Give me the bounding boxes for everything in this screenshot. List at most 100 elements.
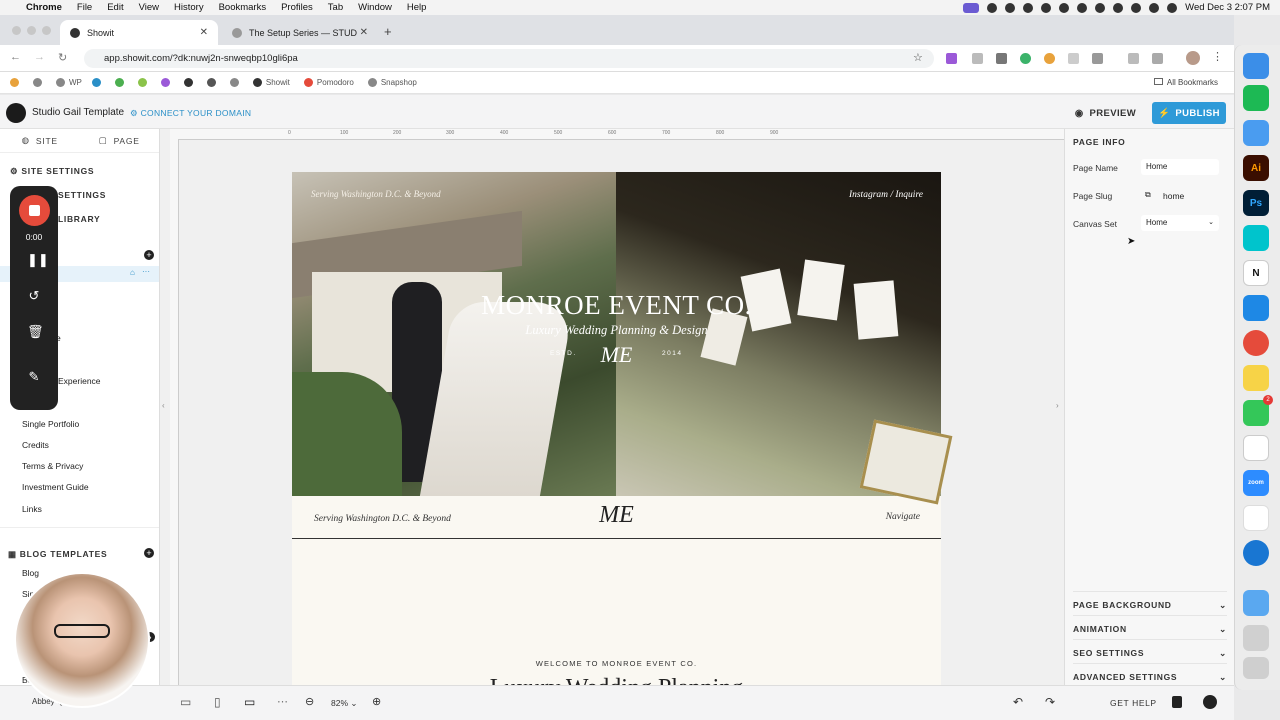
zoom-icon[interactable]: zoom — [1243, 470, 1269, 496]
tab-showit[interactable]: Showit ✕ — [60, 20, 218, 45]
nav-monogram[interactable]: ME — [292, 502, 941, 529]
close-tab-icon[interactable]: ✕ — [360, 27, 368, 38]
more-icon[interactable]: ··· — [142, 267, 150, 276]
mail-icon[interactable] — [1243, 120, 1269, 146]
bookmark-item[interactable] — [137, 78, 151, 87]
site-name[interactable]: Studio Gail Template — [32, 107, 124, 118]
close-tab-icon[interactable]: ✕ — [200, 27, 208, 38]
navigate-link[interactable]: Navigate — [886, 512, 920, 522]
settings-heading-partial[interactable]: SETTINGS — [58, 190, 106, 200]
hero-tagline-left[interactable]: Serving Washington D.C. & Beyond — [311, 189, 441, 199]
menu-profiles[interactable]: Profiles — [281, 2, 313, 13]
search-icon[interactable] — [1149, 2, 1160, 13]
wifi-icon[interactable] — [1131, 2, 1142, 13]
menu-edit[interactable]: Edit — [107, 2, 123, 13]
canva-icon[interactable] — [1243, 225, 1269, 251]
battery-icon[interactable] — [1095, 2, 1106, 13]
extension-icon[interactable] — [1020, 53, 1031, 64]
tab-site[interactable]: ◍ SITE — [0, 129, 80, 152]
bookmark-item[interactable] — [10, 78, 23, 87]
bookmark-item[interactable] — [206, 78, 220, 87]
profile-avatar[interactable] — [1186, 51, 1200, 65]
undo-icon[interactable]: ↶ — [1013, 695, 1023, 709]
mobile-view-icon[interactable]: ▯ — [214, 695, 221, 709]
bookmark-item[interactable] — [160, 78, 174, 87]
forward-icon[interactable]: → — [34, 51, 45, 63]
section-heading[interactable]: Luxury Wedding Planning — [292, 675, 941, 685]
seo-settings-section[interactable]: SEO SETTINGS ⌄ — [1073, 639, 1227, 659]
url-input[interactable]: app.showit.com/?dk:nuwj2n-snweqbp10gli6p… — [84, 49, 934, 68]
pause-icon[interactable]: ❚❚ — [27, 252, 49, 268]
page-item-links[interactable]: Links — [22, 504, 42, 514]
menu-file[interactable]: File — [77, 2, 92, 13]
desktop-selected-icon[interactable]: ▭ — [244, 695, 255, 709]
status-icon[interactable] — [1059, 2, 1070, 13]
play-icon[interactable] — [1113, 2, 1124, 13]
bookmark-star-icon[interactable]: ☆ — [913, 51, 923, 64]
notes-icon[interactable] — [1172, 696, 1182, 708]
showit-logo-icon[interactable] — [6, 103, 26, 123]
safari-icon[interactable] — [1243, 295, 1269, 321]
page-item-terms[interactable]: Terms & Privacy — [22, 461, 83, 471]
publish-button[interactable]: ⚡ PUBLISH — [1152, 102, 1226, 124]
advanced-settings-section[interactable]: ADVANCED SETTINGS ⌄ — [1073, 663, 1227, 683]
extension-icon[interactable] — [996, 53, 1007, 64]
add-page-icon[interactable]: + — [144, 250, 154, 260]
slack-icon[interactable] — [1243, 505, 1269, 531]
password-icon[interactable] — [1128, 53, 1139, 64]
page-background-section[interactable]: PAGE BACKGROUND ⌄ — [1073, 591, 1227, 611]
tab-setup-series[interactable]: The Setup Series — STUDIO ✕ — [222, 20, 378, 45]
zoom-level[interactable]: 82% ⌄ — [331, 698, 358, 709]
chat-help-icon[interactable] — [1203, 695, 1217, 709]
restart-icon[interactable]: ↺ — [27, 288, 41, 304]
pencil-icon[interactable]: ✎ — [27, 369, 41, 385]
status-icon[interactable] — [1041, 2, 1052, 13]
illustrator-icon[interactable]: Ai — [1243, 155, 1269, 181]
spotify-icon[interactable] — [1243, 85, 1269, 111]
status-icon[interactable] — [1023, 2, 1034, 13]
stop-recording-button[interactable] — [19, 195, 50, 226]
welcome-label[interactable]: WELCOME TO MONROE EVENT CO. — [292, 659, 941, 668]
page-name-input[interactable]: Home — [1141, 159, 1219, 175]
menubar-clock[interactable]: Wed Dec 3 2:07 PM — [1185, 2, 1270, 13]
reload-icon[interactable]: ↻ — [58, 51, 67, 64]
site-settings-heading[interactable]: ⚙ SITE SETTINGS — [10, 166, 94, 177]
bookmark-item[interactable] — [114, 78, 128, 87]
hero-title[interactable]: MONROE EVENT CO. — [292, 290, 941, 321]
window-close-icon[interactable] — [12, 26, 21, 35]
new-tab-icon[interactable]: + — [384, 24, 392, 39]
notes-app-icon[interactable] — [1243, 365, 1269, 391]
page-item-single-portfolio[interactable]: Single Portfolio — [22, 419, 79, 429]
notion-status-icon[interactable] — [987, 2, 998, 13]
sidebar-icon[interactable] — [1152, 53, 1163, 64]
compass-icon[interactable] — [1243, 540, 1269, 566]
trash-icon[interactable] — [1243, 657, 1269, 679]
zoom-out-icon[interactable]: ⊖ — [305, 695, 314, 708]
finder-icon[interactable] — [1243, 53, 1269, 79]
extension-icon[interactable] — [972, 53, 983, 64]
control-center-icon[interactable] — [1167, 2, 1178, 13]
menu-window[interactable]: Window — [358, 2, 392, 13]
page-item-credits[interactable]: Credits — [22, 440, 49, 450]
extension-icon[interactable] — [1068, 53, 1079, 64]
bookmark-wp[interactable]: WP — [56, 78, 82, 87]
screen-recorder-icon[interactable] — [963, 2, 980, 13]
extension-icon[interactable] — [946, 53, 957, 64]
blog-item-blog[interactable]: Blog — [22, 568, 39, 578]
menu-help[interactable]: Help — [407, 2, 427, 13]
bookmark-item[interactable] — [229, 78, 243, 87]
menu-history[interactable]: History — [174, 2, 204, 13]
extension-icon[interactable] — [1044, 53, 1055, 64]
bookmark-showit[interactable]: Showit — [252, 78, 290, 87]
bookmark-item[interactable] — [183, 78, 197, 87]
bookmark-snapshop[interactable]: Snapshop — [367, 78, 417, 87]
library-heading-partial[interactable]: LIBRARY — [58, 214, 100, 224]
collapse-right-icon[interactable]: › — [1056, 401, 1059, 410]
menu-tab[interactable]: Tab — [328, 2, 343, 13]
get-help-link[interactable]: GET HELP — [1110, 698, 1157, 708]
page-slug-value[interactable]: home — [1163, 191, 1184, 201]
trash-icon[interactable]: 🗑 — [27, 324, 44, 340]
menu-app-name[interactable]: Chrome — [26, 2, 62, 13]
animation-section[interactable]: ANIMATION ⌄ — [1073, 615, 1227, 635]
menu-view[interactable]: View — [139, 2, 159, 13]
